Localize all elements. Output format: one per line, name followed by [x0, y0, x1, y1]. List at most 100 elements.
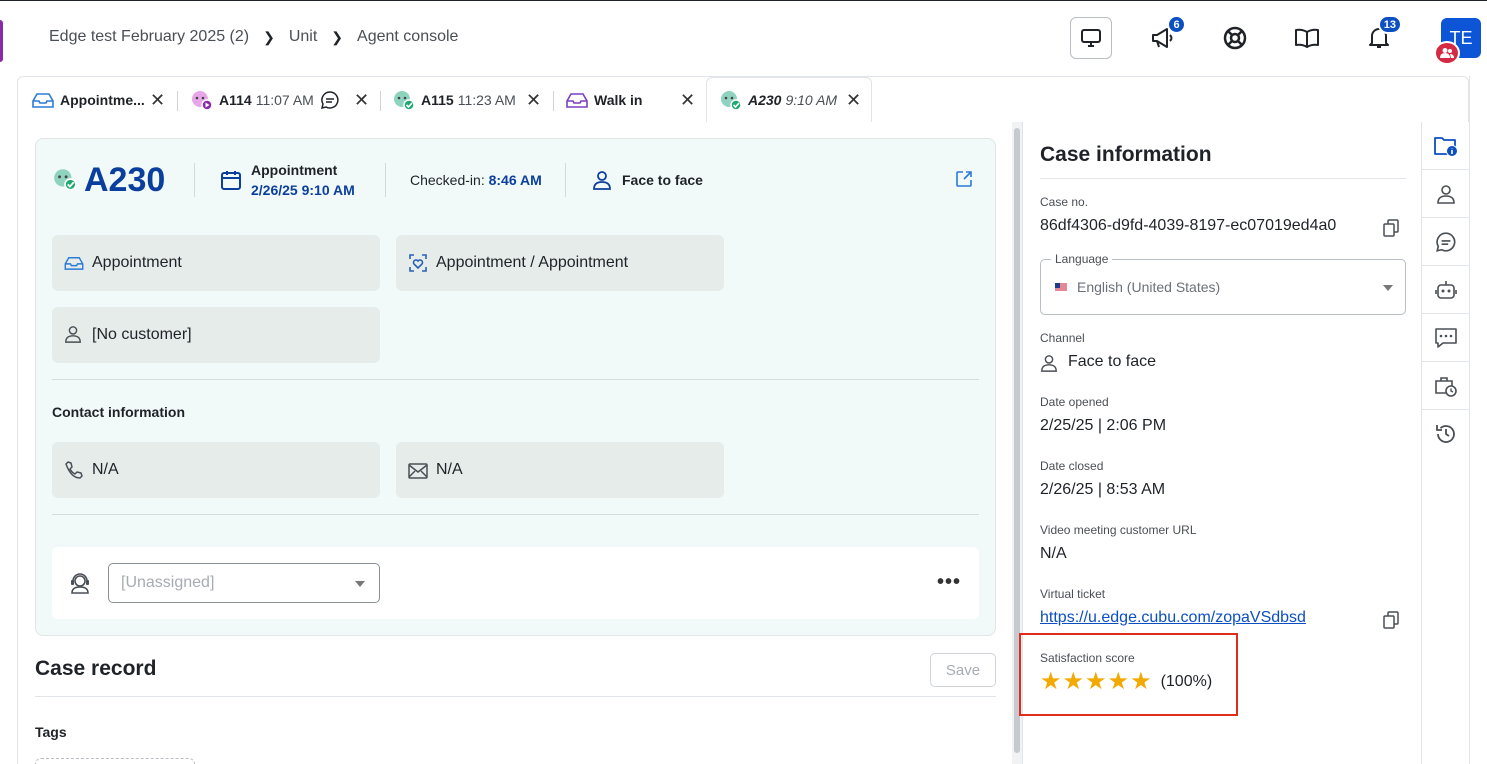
- chevron-right-icon: ❯: [331, 28, 344, 45]
- agent-headset-icon: [71, 573, 89, 594]
- assignee-row: [Unassigned] •••: [52, 547, 979, 619]
- virtual-ticket-label: Virtual ticket: [1040, 587, 1106, 601]
- history-icon: [1436, 425, 1455, 443]
- us-flag-icon: [1055, 283, 1067, 292]
- rail-history[interactable]: [1422, 410, 1470, 458]
- folder-info-icon: [1434, 136, 1458, 157]
- tab-a115[interactable]: A115 11:23 AM ✕: [392, 77, 541, 123]
- announcements-badge: 6: [1167, 15, 1186, 34]
- person-icon: [65, 326, 81, 343]
- checked-in-time: 8:46 AM: [488, 172, 542, 188]
- checked-in-label: Checked-in:: [410, 172, 485, 188]
- close-icon[interactable]: ✕: [526, 90, 541, 111]
- assignee-placeholder: [Unassigned]: [121, 574, 215, 591]
- chevron-right-icon: ❯: [263, 28, 275, 45]
- phone-field[interactable]: N/A: [52, 442, 380, 498]
- channel-value: Face to face: [1068, 353, 1157, 370]
- tab-time: 11:23 AM: [457, 92, 516, 108]
- desktop-mode-button[interactable]: [1070, 17, 1112, 59]
- chat-bubble-icon: [320, 91, 339, 110]
- copy-icon[interactable]: [1383, 611, 1399, 629]
- briefcase-clock-icon: [1435, 376, 1457, 397]
- announcements-button[interactable]: 6: [1142, 15, 1186, 59]
- tags-label: Tags: [35, 724, 67, 740]
- service-field[interactable]: Appointment: [52, 235, 380, 291]
- documentation-button[interactable]: [1286, 17, 1328, 59]
- service-path-value: Appointment / Appointment: [436, 254, 629, 271]
- email-value: N/A: [436, 461, 463, 478]
- close-icon[interactable]: ✕: [150, 90, 165, 111]
- email-field[interactable]: N/A: [396, 442, 724, 498]
- ticket-tab-bar: Appointme... ✕ A114 11:07 AM ✕ A115 11:2…: [17, 76, 1469, 123]
- rail-messages[interactable]: [1422, 314, 1470, 362]
- date-closed-value: 2/26/25 | 8:53 AM: [1040, 481, 1166, 498]
- green-ticket-icon: [721, 91, 742, 111]
- video-url-value: N/A: [1040, 545, 1067, 562]
- rail-case-history[interactable]: [1422, 362, 1470, 410]
- tab-label: Appointme...: [60, 92, 145, 108]
- customer-value: [No customer]: [92, 326, 192, 343]
- save-button[interactable]: Save: [930, 653, 996, 687]
- rail-case-info[interactable]: [1422, 122, 1470, 170]
- lifebuoy-icon: [1223, 26, 1247, 50]
- open-book-icon: [1295, 28, 1319, 48]
- satisfaction-highlight-box: [1019, 633, 1238, 716]
- breadcrumb-item-agent-console: Agent console: [357, 28, 459, 45]
- language-select[interactable]: Language English (United States): [1040, 252, 1406, 315]
- tab-appointment[interactable]: Appointme... ✕: [32, 77, 165, 123]
- notifications-button[interactable]: 13: [1358, 15, 1402, 59]
- purple-inbox-icon: [566, 93, 588, 108]
- phone-icon: [65, 461, 83, 479]
- customer-field[interactable]: [No customer]: [52, 307, 380, 363]
- caret-down-icon: [355, 581, 365, 587]
- case-information-title: Case information: [1040, 143, 1212, 166]
- heart-scan-icon: [409, 254, 427, 272]
- ticket-channel: Face to face: [622, 172, 703, 188]
- open-external-icon[interactable]: [955, 170, 973, 188]
- close-icon[interactable]: ✕: [846, 90, 861, 111]
- tab-time: 11:07 AM: [255, 92, 314, 108]
- app-header: Edge test February 2025 (2) ❯ Unit ❯ Age…: [0, 0, 1487, 76]
- ticket-summary-card: A230 Appointment 2/26/25 9:10 AM Checked…: [35, 138, 996, 636]
- more-options-icon[interactable]: •••: [937, 571, 961, 594]
- breadcrumb-item-organization[interactable]: Edge test February 2025 (2): [49, 28, 249, 46]
- service-path-field[interactable]: Appointment / Appointment: [396, 235, 724, 291]
- help-button[interactable]: [1214, 17, 1256, 59]
- tab-a114[interactable]: A114 11:07 AM ✕: [190, 77, 369, 123]
- rail-customer[interactable]: [1422, 170, 1470, 218]
- checked-in: Checked-in: 8:46 AM: [410, 172, 542, 188]
- virtual-ticket-link[interactable]: https://u.edge.cubu.com/zopaVSdbsd: [1040, 609, 1306, 627]
- appointment-label: Appointment: [251, 162, 338, 178]
- video-url-label: Video meeting customer URL: [1040, 523, 1197, 537]
- message-dots-icon: [1435, 327, 1457, 348]
- language-label: Language: [1051, 252, 1113, 266]
- pink-ticket-icon: [192, 91, 213, 111]
- copy-icon[interactable]: [1383, 219, 1399, 237]
- appointment-datetime: 2/26/25 9:10 AM: [251, 182, 355, 198]
- tags-input[interactable]: [35, 758, 195, 764]
- contact-information-title: Contact information: [52, 404, 185, 420]
- tab-label: Walk in: [594, 92, 643, 108]
- rail-chat[interactable]: [1422, 218, 1470, 266]
- breadcrumb-item-unit[interactable]: Unit: [289, 28, 317, 46]
- tab-a230[interactable]: A230 9:10 AM ✕: [706, 77, 872, 123]
- rail-bot[interactable]: [1422, 266, 1470, 314]
- green-ticket-icon: [54, 169, 77, 191]
- channel-label: Channel: [1040, 331, 1085, 345]
- person-icon: [1437, 184, 1455, 204]
- green-ticket-icon: [394, 91, 415, 111]
- close-icon[interactable]: ✕: [680, 90, 695, 111]
- inbox-tray-icon: [64, 257, 84, 270]
- chat-bubble-icon: [1436, 231, 1456, 252]
- date-closed-label: Date closed: [1040, 459, 1104, 473]
- tab-walk-in[interactable]: Walk in ✕: [566, 77, 695, 123]
- assignee-select[interactable]: [Unassigned]: [108, 563, 380, 603]
- close-icon[interactable]: ✕: [354, 90, 369, 111]
- caret-down-icon: [1383, 285, 1393, 291]
- tab-time: 9:10 AM: [785, 92, 838, 108]
- person-icon: [1041, 355, 1057, 372]
- ticket-number: A230: [84, 161, 166, 199]
- person-icon: [593, 171, 611, 190]
- case-no-value: 86df4306-d9fd-4039-8197-ec07019ed4a0: [1040, 217, 1337, 234]
- user-group-icon: [1434, 41, 1460, 65]
